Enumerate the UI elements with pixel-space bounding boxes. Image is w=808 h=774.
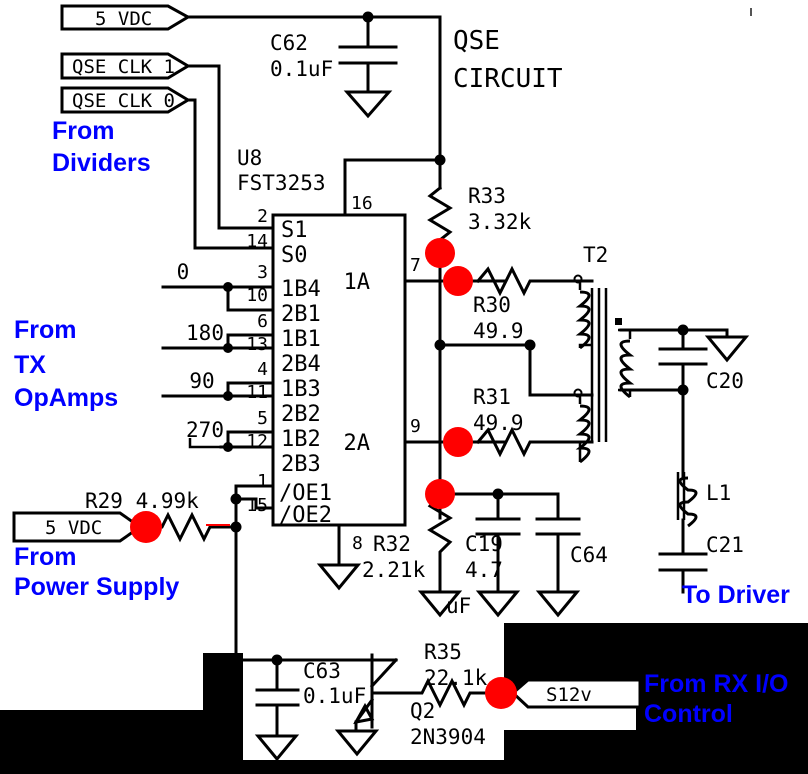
annotation-from-ps-line2: Power Supply: [14, 573, 179, 601]
phase-label-90: 90: [189, 369, 214, 393]
flag-vcc-top[interactable]: 5 VDC: [60, 4, 192, 31]
ic-refdes-label: U8: [237, 146, 262, 170]
c62-ref-label: C62: [270, 31, 308, 55]
ic-pin-label-s0: S0: [281, 243, 308, 268]
ic-pin-6-number: 6: [257, 311, 268, 332]
t2-dot-secondary: [615, 318, 622, 325]
ic-pin-4-number: 4: [257, 359, 268, 380]
ic-pin-3-number: 3: [257, 262, 268, 283]
r31-ref-label: R31: [473, 385, 511, 409]
annotation-from-dividers-line2: Dividers: [52, 149, 151, 177]
marker-r33-node[interactable]: [425, 238, 455, 268]
ic-pin-label-2b1: 2B1: [281, 302, 321, 327]
c62-value-label: 0.1uF: [270, 57, 333, 81]
flag-qse-clk-0-label: QSE CLK 0: [72, 90, 175, 112]
annotation-from-tx-line1: From: [14, 316, 77, 344]
ic-pin-label-1a: 1A: [344, 270, 371, 295]
ic-pin-9-number: 9: [410, 416, 421, 437]
flag-vcc-top-label: 5 VDC: [95, 8, 152, 30]
c19-unit-label: uF: [446, 594, 471, 618]
ic-pin-label-2a: 2A: [344, 431, 371, 456]
ic-pin-label-1b4: 1B4: [281, 277, 321, 302]
junction-oe-node: [230, 493, 242, 505]
ic-pin-12-number: 12: [246, 431, 268, 452]
title-line-2: CIRCUIT: [453, 64, 563, 94]
junction-vcc-c62: [362, 11, 374, 23]
r30-ref-label: R30: [473, 293, 511, 317]
occlusion-bar-bottom-left: [0, 710, 243, 774]
ic-pin-label-2b3: 2B3: [281, 452, 321, 477]
r32-ref-label: R32: [373, 532, 411, 556]
r32-value-label: 2.21k: [362, 558, 426, 582]
flag-vcc-power-supply[interactable]: 5 VDC: [12, 511, 143, 543]
stray-mark: [750, 8, 752, 16]
ic-pin-label-s1: S1: [281, 218, 308, 243]
ic-pin-label-1b3: 1B3: [281, 377, 321, 402]
q2-ref-label: Q2: [410, 699, 435, 723]
r31-value-label: 49.9: [473, 411, 524, 435]
ic-pin-11-number: 11: [246, 382, 268, 403]
r30-value-label: 49.9: [473, 319, 524, 343]
phase-label-0: 0: [177, 260, 190, 284]
c63-value-label: 0.1uF: [303, 684, 366, 708]
junction-phase-270: [223, 442, 233, 452]
annotation-from-rx-line2: Control: [644, 700, 733, 728]
annotation-from-ps-line1: From: [14, 543, 77, 571]
c19-ref-label: C19: [465, 532, 503, 556]
ic-pin-8-number: 8: [352, 533, 363, 554]
l1-ref-label: L1: [706, 481, 731, 505]
phase-label-180: 180: [186, 321, 224, 345]
flag-qse-clk-0[interactable]: QSE CLK 0: [60, 86, 191, 114]
flag-qse-clk-1[interactable]: QSE CLK 1: [60, 52, 191, 80]
annotation-to-driver: To Driver: [682, 581, 790, 609]
junction-phase-0: [223, 282, 233, 292]
phase-label-270: 270: [186, 418, 224, 442]
ic-pin-16-number: 16: [351, 193, 373, 214]
annotation-from-rx-line1: From RX I/O: [644, 670, 788, 698]
schematic-canvas: 5 VDC C62 0.1uF QSE CIRCUIT QSE CLK 1 QS…: [0, 0, 808, 774]
c21-ref-label: C21: [706, 533, 744, 557]
ic-pin-13-number: 13: [246, 334, 268, 355]
junction-bottom-left: [230, 654, 242, 666]
ic-pin-5-number: 5: [257, 408, 268, 429]
c19-value-label: 4.7: [465, 558, 503, 582]
ic-pin-label-1b1: 1B1: [281, 327, 321, 352]
occlusion-bar-bottom: [240, 760, 808, 774]
junction-center-tap-left: [434, 339, 446, 351]
title-line-1: QSE: [453, 26, 500, 56]
q2-value-label: 2N3904: [410, 725, 486, 749]
annotation-from-dividers-line1: From: [52, 117, 115, 145]
flag-s12v-label: S12v: [546, 684, 592, 706]
r35-value-label: 22.1k: [424, 666, 488, 690]
ic-pin-label-2b2: 2B2: [281, 402, 321, 427]
flag-qse-clk-1-label: QSE CLK 1: [72, 56, 175, 78]
t2-ref-label: T2: [583, 243, 608, 267]
flag-s12v[interactable]: S12v: [510, 678, 642, 709]
marker-pin7-r30-node[interactable]: [443, 266, 473, 296]
c63-ref-label: C63: [303, 659, 341, 683]
r35-ref-label: R35: [424, 640, 462, 664]
marker-r32-node[interactable]: [425, 479, 455, 509]
ic-pin-2-number: 2: [257, 206, 268, 227]
marker-s12v-node[interactable]: [485, 677, 517, 709]
ic-pin-label-1b2: 1B2: [281, 427, 321, 452]
ic-pin-14-number: 14: [246, 231, 268, 252]
ic-pin-label-2b4: 2B4: [281, 352, 321, 377]
annotation-from-tx-line3: OpAmps: [14, 384, 118, 412]
ic-pin-1-number: 1: [257, 471, 268, 492]
junction-phase-180: [223, 343, 233, 353]
ic-part-label: FST3253: [237, 171, 326, 195]
marker-pin9-r31-node[interactable]: [443, 427, 473, 457]
ic-pin-label-oe2: /OE2: [279, 503, 332, 528]
r33-ref-label: R33: [468, 184, 506, 208]
r29-label: R29 4.99k: [85, 489, 199, 513]
c64-ref-label: C64: [570, 543, 608, 567]
flag-vcc-ps-label: 5 VDC: [45, 517, 102, 539]
ic-pin-7-number: 7: [410, 255, 421, 276]
annotation-from-tx-line2: TX: [14, 351, 46, 379]
c20-ref-label: C20: [706, 369, 744, 393]
r33-value-label: 3.32k: [468, 210, 532, 234]
marker-vcc-r29-node[interactable]: [130, 511, 162, 543]
junction-phase-90: [223, 391, 233, 401]
